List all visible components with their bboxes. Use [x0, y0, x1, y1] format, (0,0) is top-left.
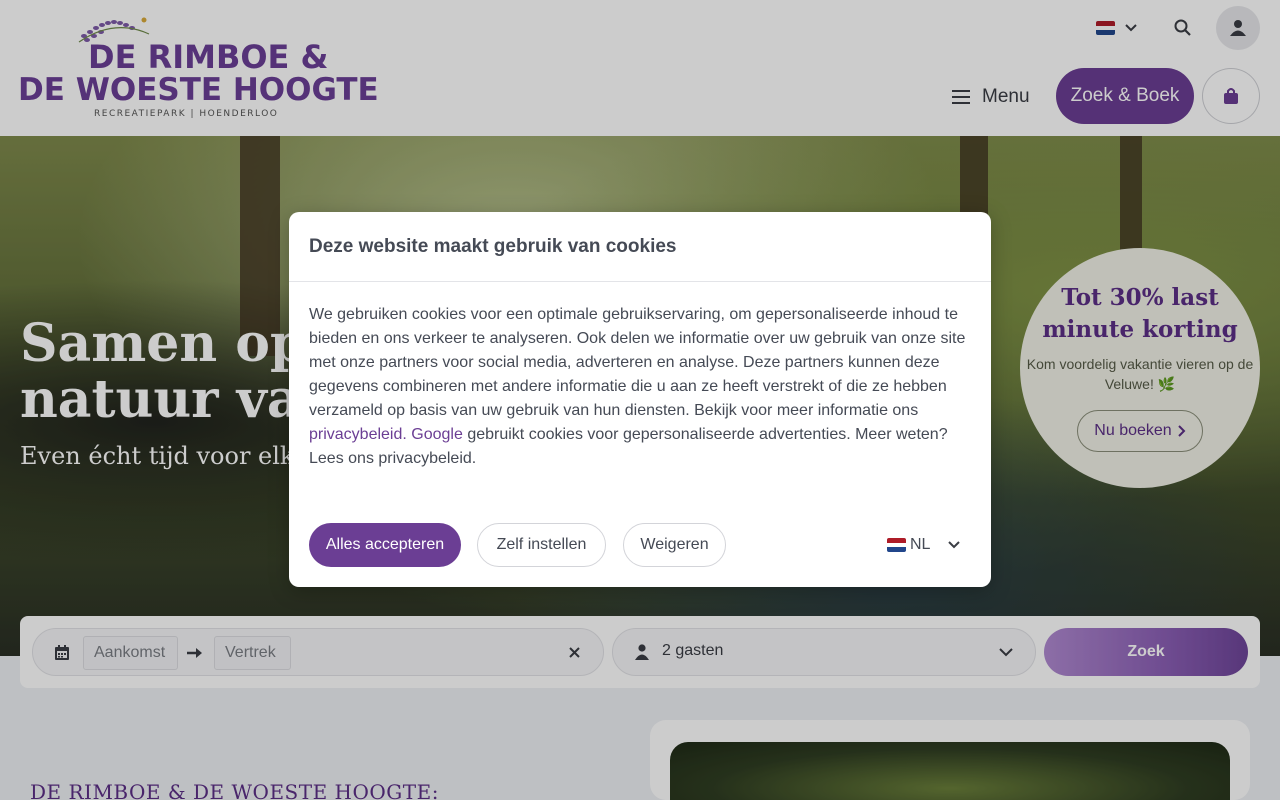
cookie-consent-modal: Deze website maakt gebruik van cookies W…	[289, 212, 991, 587]
cookie-modal-body: We gebruiken cookies voor een optimale g…	[309, 303, 971, 471]
cookie-language-selector[interactable]: NL	[887, 534, 961, 556]
customize-button[interactable]: Zelf instellen	[477, 523, 606, 567]
privacy-policy-link[interactable]: privacybeleid.	[309, 426, 407, 443]
cookie-modal-title: Deze website maakt gebruik van cookies	[309, 236, 677, 257]
cookie-text-part-1: We gebruiken cookies voor een optimale g…	[309, 306, 966, 419]
nl-flag-icon	[887, 538, 906, 552]
chevron-down-icon	[948, 541, 961, 549]
google-link[interactable]: Google	[411, 426, 463, 443]
reject-button[interactable]: Weigeren	[623, 523, 726, 567]
divider	[289, 281, 991, 282]
language-code: NL	[910, 536, 931, 553]
accept-all-button[interactable]: Alles accepteren	[309, 523, 461, 567]
